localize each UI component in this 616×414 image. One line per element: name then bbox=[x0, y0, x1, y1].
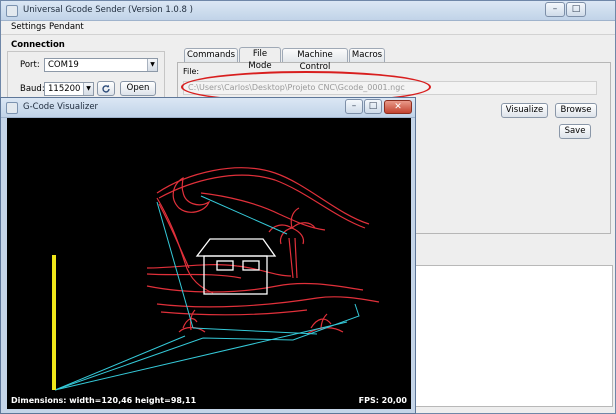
main-titlebar[interactable]: Universal Gcode Sender (Version 1.0.8 ) … bbox=[1, 1, 615, 21]
port-label: Port: bbox=[20, 60, 40, 70]
baud-label: Baud: bbox=[20, 84, 45, 94]
house-outline bbox=[195, 238, 277, 295]
visualizer-minimize-button[interactable]: – bbox=[345, 99, 363, 114]
visualizer-titlebar[interactable]: G-Code Visualizer – □ ✕ bbox=[1, 98, 415, 118]
port-select[interactable]: COM19 ▼ bbox=[44, 58, 158, 72]
dimensions-readout: Dimensions: width=120,46 height=98,11 bbox=[11, 396, 197, 405]
toolpath-lines bbox=[146, 167, 380, 335]
chevron-down-icon[interactable]: ▼ bbox=[83, 83, 93, 95]
open-button[interactable]: Open bbox=[120, 81, 156, 96]
tab-commands[interactable]: Commands bbox=[184, 48, 238, 62]
visualizer-app-icon bbox=[6, 102, 18, 114]
save-button[interactable]: Save bbox=[559, 124, 591, 139]
close-button[interactable]: ✕ bbox=[384, 100, 412, 114]
visualizer-window: G-Code Visualizer – □ ✕ Dimensions: widt… bbox=[0, 97, 416, 414]
tab-file-mode[interactable]: File Mode bbox=[239, 47, 281, 71]
menubar: Settings Pendant bbox=[1, 21, 615, 35]
visualizer-maximize-button[interactable]: □ bbox=[364, 99, 382, 114]
refresh-button[interactable] bbox=[97, 81, 115, 96]
menu-settings[interactable]: Settings bbox=[11, 22, 46, 32]
connection-title: Connection bbox=[11, 40, 65, 50]
fps-readout: FPS: 20,00 bbox=[358, 396, 407, 405]
visualizer-canvas[interactable]: Dimensions: width=120,46 height=98,11 FP… bbox=[7, 118, 411, 409]
minimize-button[interactable]: – bbox=[545, 2, 565, 17]
tab-machine-control[interactable]: Machine Control bbox=[282, 48, 348, 72]
toolpath-drawing bbox=[52, 167, 380, 391]
console-output[interactable] bbox=[404, 244, 613, 407]
maximize-button[interactable]: □ bbox=[566, 2, 586, 17]
console-header bbox=[404, 244, 613, 266]
chevron-down-icon[interactable]: ▼ bbox=[147, 59, 157, 71]
port-value: COM19 bbox=[48, 60, 79, 70]
menu-pendant[interactable]: Pendant bbox=[49, 22, 84, 32]
baud-select[interactable]: 115200 ▼ bbox=[44, 82, 94, 96]
tab-macros[interactable]: Macros bbox=[349, 48, 385, 62]
browse-button[interactable]: Browse bbox=[555, 103, 597, 118]
window-title: Universal Gcode Sender (Version 1.0.8 ) bbox=[23, 5, 193, 15]
visualizer-title: G-Code Visualizer bbox=[23, 102, 99, 112]
baud-value: 115200 bbox=[48, 84, 81, 94]
refresh-icon bbox=[102, 84, 110, 93]
z-indicator bbox=[52, 255, 56, 390]
file-label: File: bbox=[183, 67, 200, 76]
rapid-moves bbox=[54, 195, 360, 391]
visualize-button[interactable]: Visualize bbox=[501, 103, 548, 118]
app-icon bbox=[6, 5, 18, 17]
